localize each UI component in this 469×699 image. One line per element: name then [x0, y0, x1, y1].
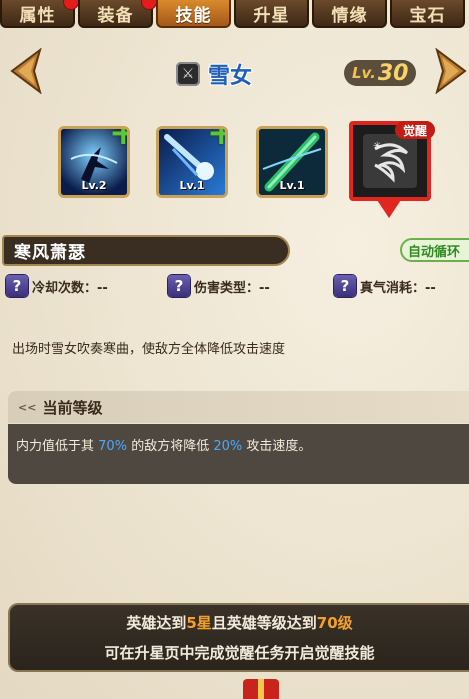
auto-cycle-badge: 自动循环	[400, 238, 469, 262]
level-value: 30	[377, 60, 409, 86]
effect-value: 70%	[98, 439, 128, 454]
hero-name: 雪女	[208, 64, 253, 89]
question-icon[interactable]: ?	[334, 275, 356, 297]
skill-level: Lv.1	[279, 179, 305, 192]
selected-pointer-icon	[377, 200, 401, 218]
tab-gems[interactable]: 宝石	[390, 0, 465, 28]
effect-text: 内力值低于其	[16, 439, 95, 454]
req-text: 且英雄等级达到	[211, 614, 317, 632]
stat-label: 伤害类型：--	[194, 280, 270, 296]
effect-value: 20%	[213, 439, 243, 454]
question-icon[interactable]: ?	[6, 275, 28, 297]
skill-slot-2[interactable]: Lv.1 +	[156, 126, 228, 198]
current-level-title: 当前等级	[42, 398, 103, 417]
skill-description: 出场时雪女吹奏寒曲，使敌方全体降低攻击速度	[12, 342, 286, 357]
tab-label: 技能	[175, 5, 212, 26]
stat-damage-type: ? 伤害类型：--	[168, 275, 270, 297]
skill-level: Lv.1	[179, 179, 205, 192]
effect-text: 攻击速度。	[246, 439, 312, 454]
tab-label: 情缘	[331, 5, 368, 26]
skill-slot-1[interactable]: Lv.2 +	[58, 126, 130, 198]
req-text: 英雄达到	[126, 614, 187, 632]
tab-bar: 属性 装备 技能 升星 情缘 宝石	[0, 0, 469, 28]
tab-attributes[interactable]: 属性	[0, 0, 79, 28]
stat-energy-cost: ? 真气消耗：--	[334, 275, 436, 297]
stat-label: 冷却次数：--	[32, 280, 108, 296]
skill-page: 属性 装备 技能 升星 情缘 宝石 ⚔ 雪女 Lv. 30 Lv.2 +	[0, 0, 469, 699]
svg-text:✳: ✳	[373, 141, 381, 152]
tab-equipment[interactable]: 装备	[78, 0, 157, 28]
skill-slot-3[interactable]: Lv.1	[256, 126, 328, 198]
stat-cooldown: ? 冷却次数：--	[6, 275, 108, 297]
sword-class-icon: ⚔	[176, 62, 200, 86]
tab-label: 升星	[253, 5, 290, 26]
requirement-line-2: 可在升星页中完成觉醒任务开启觉醒技能	[104, 644, 375, 662]
current-level-header: << 当前等级	[8, 391, 469, 423]
tab-bonds[interactable]: 情缘	[312, 0, 387, 28]
notification-dot	[63, 0, 79, 10]
upgrade-plus-icon[interactable]: +	[109, 129, 127, 150]
current-level-effect: 内力值低于其 70% 的敌方将降低 20% 攻击速度。	[8, 424, 469, 484]
req-value: 70级	[316, 614, 353, 632]
double-chevron-icon: <<	[18, 400, 37, 414]
effect-text: 的敌方将降低	[131, 439, 210, 454]
notification-dot	[141, 0, 157, 10]
skill-title: 寒风萧瑟	[2, 235, 290, 266]
tab-skills[interactable]: 技能	[156, 0, 231, 28]
question-icon[interactable]: ?	[168, 275, 190, 297]
tab-label: 宝石	[409, 5, 446, 26]
next-hero-arrow-icon[interactable]	[435, 48, 469, 94]
requirement-line-1: 英雄达到5星且英雄等级达到70级	[126, 612, 352, 633]
level-prefix: Lv.	[352, 64, 376, 82]
hero-level-badge: Lv. 30	[344, 60, 417, 86]
awaken-badge: 觉醒	[395, 121, 435, 139]
awaken-requirement-banner: 英雄达到5星且英雄等级达到70级 可在升星页中完成觉醒任务开启觉醒技能	[8, 603, 469, 672]
prev-hero-arrow-icon[interactable]	[8, 48, 42, 94]
req-value: 5星	[186, 614, 212, 632]
stat-label: 真气消耗：--	[360, 280, 436, 296]
gift-box-icon[interactable]	[243, 679, 279, 699]
skill-level: Lv.2	[81, 179, 107, 192]
tab-label: 装备	[97, 5, 134, 26]
upgrade-plus-icon[interactable]: +	[207, 129, 225, 150]
hero-header: ⚔ 雪女	[176, 58, 252, 90]
tab-star-up[interactable]: 升星	[234, 0, 309, 28]
tab-label: 属性	[19, 5, 56, 26]
